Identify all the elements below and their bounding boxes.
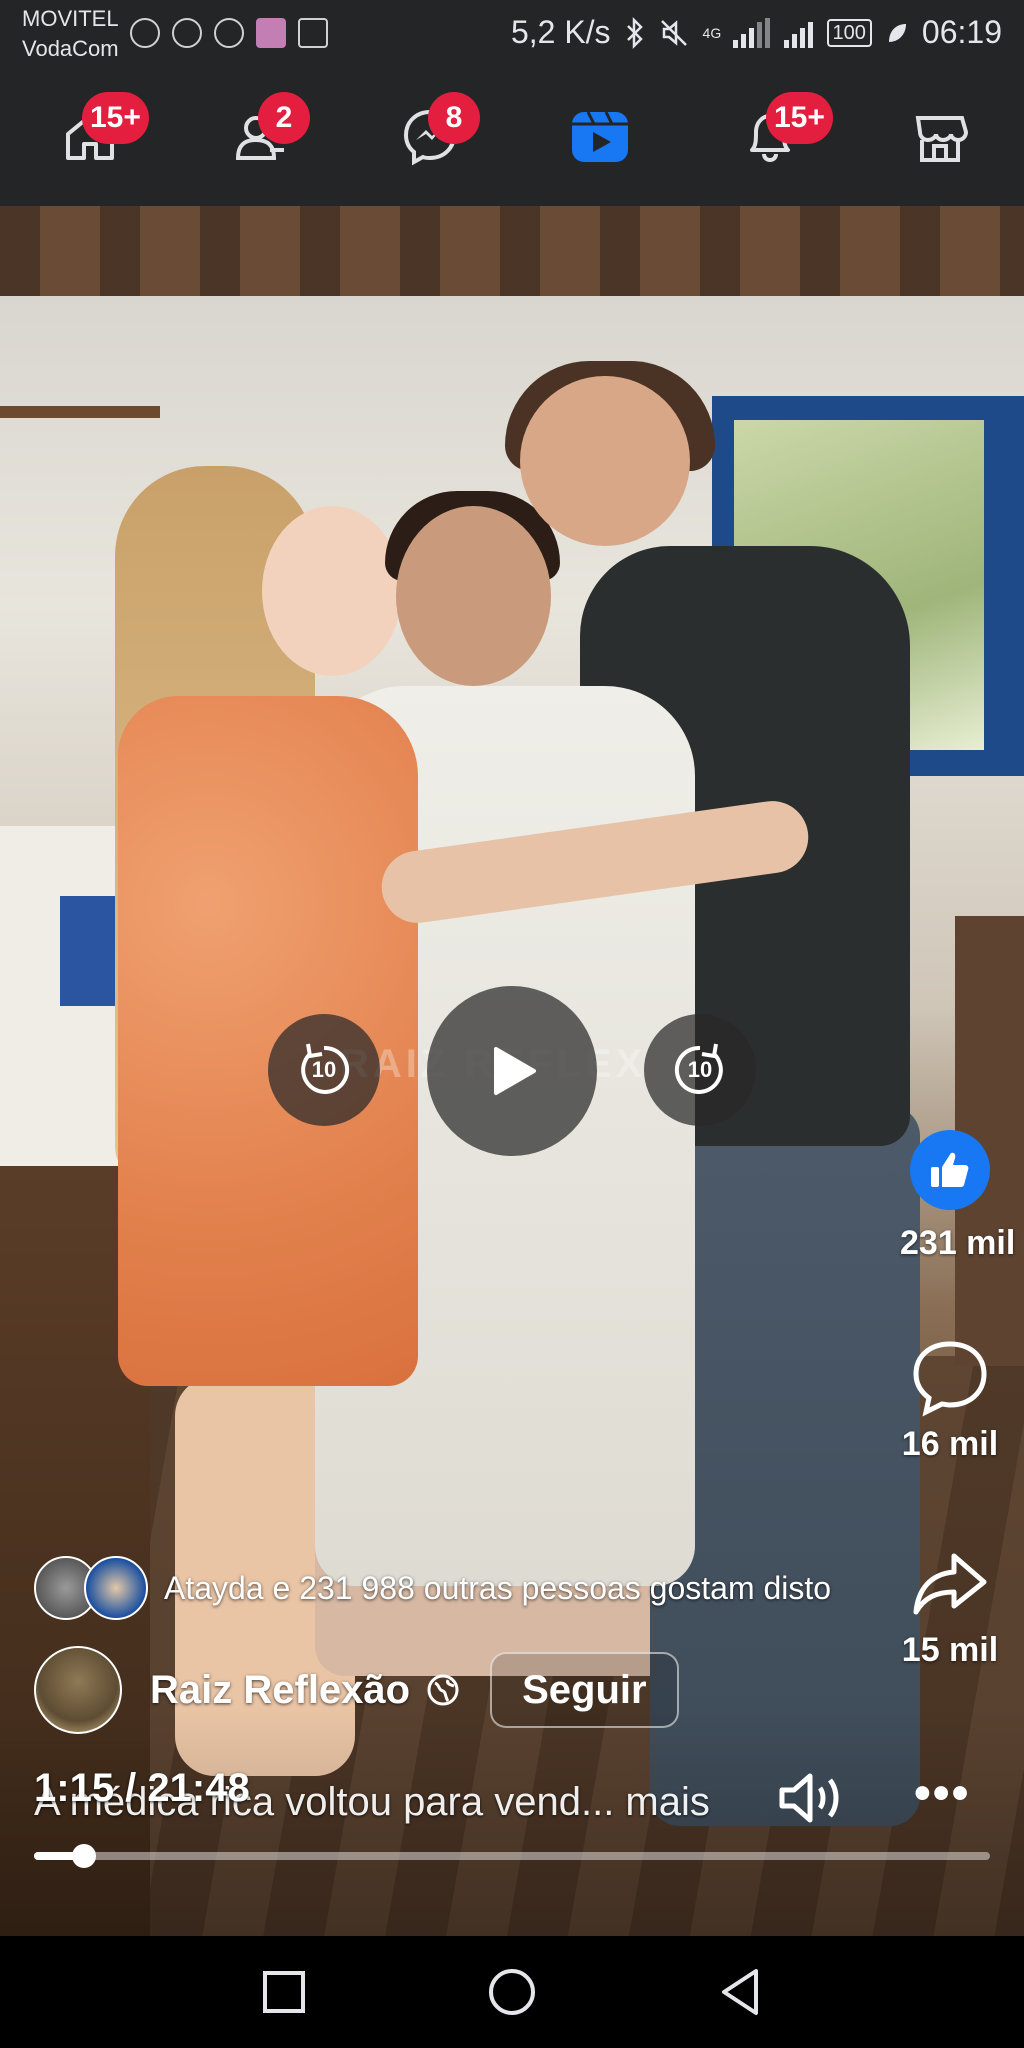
recents-icon xyxy=(263,1971,305,2013)
progress-bar[interactable] xyxy=(34,1844,990,1868)
more-options-icon[interactable]: ••• xyxy=(914,1766,970,1821)
share-icon xyxy=(913,1553,987,1615)
rewind-button[interactable]: 10 xyxy=(268,1014,380,1126)
comment-count: 16 mil xyxy=(901,1425,999,1463)
home-badge: 15+ xyxy=(82,92,149,144)
tab-home[interactable]: 15+ xyxy=(36,86,149,196)
signal-icon-2 xyxy=(783,18,813,48)
forward-seconds: 10 xyxy=(687,1057,713,1082)
messenger-badge: 8 xyxy=(428,92,480,144)
status-bar: MOVITEL VodaCom 5,2 K/s 4G 100 06:19 xyxy=(0,0,1024,72)
tab-bar: 15+ 2 8 15+ xyxy=(0,86,1024,196)
mute-icon xyxy=(660,19,687,46)
tab-video[interactable] xyxy=(546,86,646,196)
battery-indicator: 100 xyxy=(826,18,872,47)
home-circle-icon xyxy=(489,1969,535,2015)
comment-button[interactable]: 16 mil xyxy=(900,1336,1000,1464)
leaf-icon xyxy=(888,23,906,42)
rewind-seconds: 10 xyxy=(311,1057,337,1082)
facebook-icon xyxy=(172,18,202,48)
carrier-primary: MOVITEL xyxy=(22,6,119,31)
notifications-badge: 15+ xyxy=(766,92,833,144)
person-dress xyxy=(118,696,418,1386)
recents-button[interactable] xyxy=(224,1936,344,2048)
thumbs-up-icon xyxy=(931,1152,969,1187)
carrier-secondary: VodaCom xyxy=(22,36,119,61)
whatsapp-icon xyxy=(214,18,244,48)
tab-marketplace[interactable] xyxy=(886,86,986,196)
like-circle xyxy=(910,1130,990,1210)
share-count: 15 mil xyxy=(901,1631,999,1669)
home-button[interactable] xyxy=(452,1936,572,2048)
share-button[interactable]: 15 mil xyxy=(900,1542,1000,1670)
like-count: 231 mil xyxy=(900,1224,1016,1262)
calendar-icon xyxy=(298,18,328,48)
caption-row: A médica rica voltou para vend... mais 1… xyxy=(34,1766,994,1836)
volume-icon[interactable] xyxy=(774,1766,846,1830)
marketplace-icon xyxy=(915,116,969,162)
person-face-right xyxy=(520,376,690,546)
video-icon xyxy=(572,111,628,162)
top-bar: MOVITEL VodaCom 5,2 K/s 4G 100 06:19 15+… xyxy=(0,0,1024,206)
network-type: 4G xyxy=(702,24,722,41)
add-friend-icon xyxy=(130,18,160,48)
back-icon xyxy=(722,1969,758,2015)
follow-button[interactable]: Seguir xyxy=(490,1652,679,1728)
back-button[interactable] xyxy=(680,1936,800,2048)
author-avatar[interactable] xyxy=(34,1646,122,1734)
bluetooth-icon xyxy=(626,16,643,49)
likes-summary-row[interactable]: Atayda e 231 988 outras pessoas gostam d… xyxy=(34,1554,831,1622)
likes-summary: Atayda e 231 988 outras pessoas gostam d… xyxy=(164,1569,832,1606)
ceiling-beams xyxy=(0,206,1024,296)
app-icon xyxy=(256,18,286,48)
author-name[interactable]: Raiz Reflexão xyxy=(150,1668,410,1713)
like-button[interactable]: 231 mil xyxy=(900,1130,1016,1263)
person-face-middle xyxy=(396,506,551,686)
person-face xyxy=(262,506,402,676)
liker-avatars xyxy=(34,1554,150,1622)
network-speed: 5,2 K/s xyxy=(510,14,611,50)
play-button[interactable] xyxy=(427,986,597,1156)
avatar xyxy=(84,1556,148,1620)
notification-icons xyxy=(130,18,328,48)
playback-time: 1:15 / 21:48 xyxy=(34,1766,250,1810)
forward-button[interactable]: 10 xyxy=(644,1014,756,1126)
play-icon xyxy=(494,1047,536,1095)
tab-notifications[interactable]: 15+ xyxy=(716,86,833,196)
comment-icon xyxy=(913,1341,987,1417)
facebook-video-screen: MOVITEL VodaCom 5,2 K/s 4G 100 06:19 15+… xyxy=(0,0,1024,2048)
friends-badge: 2 xyxy=(258,92,310,144)
system-navigation-bar xyxy=(0,1936,1024,2048)
status-right: 5,2 K/s 4G 100 06:19 xyxy=(511,14,1002,51)
signal-icon xyxy=(732,17,770,48)
clock: 06:19 xyxy=(921,14,1002,50)
tab-friends[interactable]: 2 xyxy=(206,86,310,196)
tab-messenger[interactable]: 8 xyxy=(376,86,480,196)
globe-icon xyxy=(427,1674,459,1706)
author-row: Raiz Reflexão Seguir xyxy=(34,1646,679,1734)
kitchen-shelf xyxy=(0,406,160,418)
